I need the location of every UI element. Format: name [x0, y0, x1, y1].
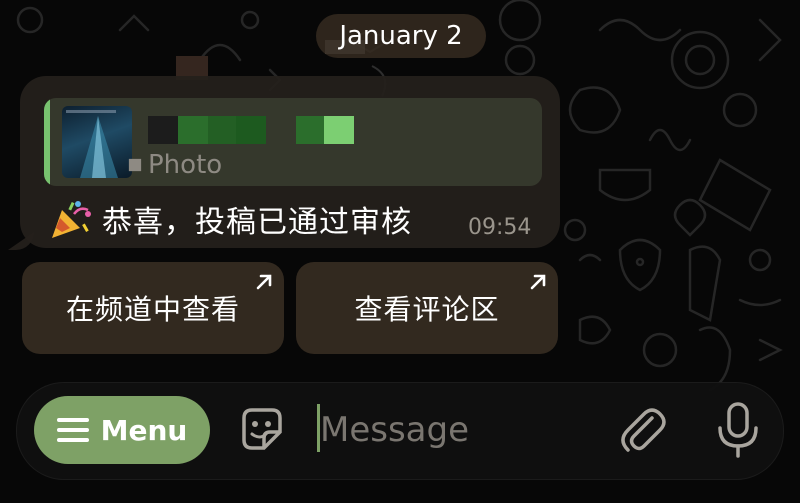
microphone-icon[interactable] — [710, 400, 766, 460]
party-popper-icon — [52, 201, 91, 238]
view-comments-button[interactable]: 查看评论区 — [296, 262, 558, 354]
message-text: 恭喜，投稿已通过审核 — [102, 205, 412, 240]
view-comments-label: 查看评论区 — [354, 293, 500, 326]
view-in-channel-button[interactable]: 在频道中查看 — [22, 262, 284, 354]
reply-subtitle: Photo — [148, 150, 223, 180]
external-arrow-icon — [530, 274, 546, 290]
redacted-block — [148, 116, 182, 144]
text-cursor — [317, 404, 320, 452]
view-in-channel-label: 在频道中查看 — [65, 293, 240, 326]
message-text-row: 恭喜，投稿已通过审核 — [48, 196, 412, 242]
photo-icon — [128, 158, 142, 172]
redacted-block — [296, 116, 324, 144]
redacted-block — [178, 116, 208, 144]
reply-accent-bar — [44, 98, 50, 186]
menu-label: Menu — [100, 413, 188, 447]
paperclip-icon[interactable] — [616, 404, 668, 456]
sticker-icon[interactable] — [236, 404, 288, 456]
date-label: January 2 — [339, 21, 463, 51]
redacted-block — [324, 116, 354, 144]
chat-screen: January 2 Photo 恭喜，投稿已通过审核 09:54 在频道中查看 … — [0, 0, 800, 503]
redacted-block — [208, 116, 236, 144]
hamburger-icon — [56, 418, 89, 442]
date-separator: January 2 — [316, 14, 486, 58]
reply-thumbnail — [62, 106, 132, 178]
message-time: 09:54 — [468, 215, 532, 240]
external-arrow-icon — [256, 274, 272, 290]
message-input[interactable] — [316, 400, 600, 460]
redacted-block — [236, 116, 266, 144]
menu-button[interactable]: Menu — [34, 396, 210, 464]
